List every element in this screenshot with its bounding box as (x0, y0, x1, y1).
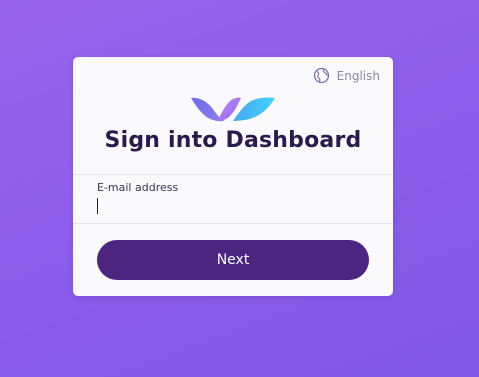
page-title: Sign into Dashboard (104, 128, 362, 153)
email-label: E-mail address (97, 181, 179, 194)
next-button[interactable]: Next (97, 240, 369, 280)
text-caret (97, 198, 98, 214)
language-selector[interactable]: English (313, 67, 380, 84)
app-logo (191, 95, 275, 123)
divider (73, 174, 393, 175)
globe-icon (313, 67, 330, 84)
divider (73, 223, 393, 224)
sign-in-card: English Sign into Dashboard E-mail addre… (73, 57, 393, 296)
email-field[interactable] (96, 197, 368, 217)
language-label: English (336, 68, 380, 83)
